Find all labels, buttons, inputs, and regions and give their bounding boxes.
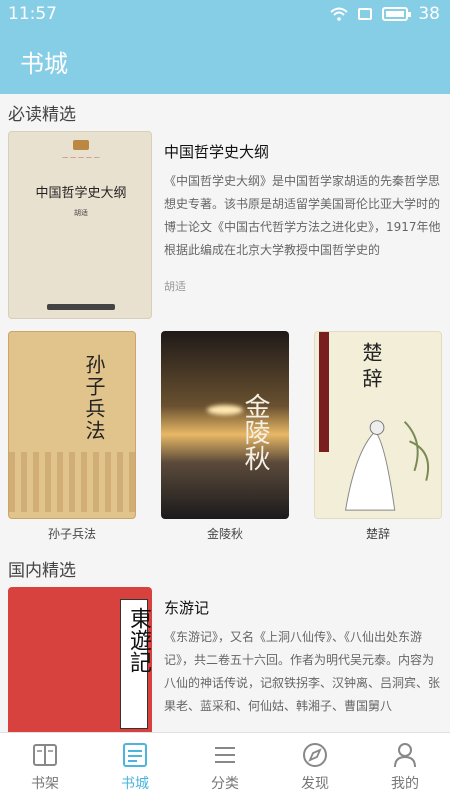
book-icon [33,743,57,766]
tab-label: 发现 [301,775,329,792]
book-title[interactable]: 东游记 [164,597,442,618]
cover-title: 楚辞 [359,342,383,394]
cover-author: 胡适 [74,209,88,217]
tab-discover[interactable]: 发现 [275,741,355,793]
battery-level: 38 [418,4,440,24]
store-content[interactable]: 必读精选 — — — — — 中国哲学史大纲 胡适 中国哲学史大纲 《中国哲学史… [0,94,450,732]
tab-store[interactable]: 书城 [95,741,175,793]
tab-label: 我的 [391,775,419,792]
publisher-mark [47,304,115,310]
bottom-tab-bar: 书架 书城 分类 发现 我的 [0,732,450,800]
battery-icon [382,7,412,21]
wifi-icon [330,7,349,21]
status-bar: 11:57 38 [0,0,450,28]
tab-profile[interactable]: 我的 [365,741,445,793]
book-grid: 孙子兵法 孙子兵法 金陵秋 金陵秋 楚辞 楚辞 [0,319,450,542]
grid-book-chuci[interactable]: 楚辞 楚辞 [314,331,442,542]
page-title: 书城 [20,49,68,78]
cover-title: 金陵秋 [240,393,270,471]
tab-label: 分类 [211,775,239,792]
book-cover[interactable]: 金陵秋 [161,331,289,519]
book-cover[interactable]: 孙子兵法 [8,331,136,519]
section-title-required-reading: 必读精选 [8,105,76,125]
featured-book-card-2[interactable]: 東遊記 东游记 《东游记》，又名《上洞八仙传》、《八仙出处东游记》，共二卷五十六… [0,587,450,732]
tab-categories[interactable]: 分类 [185,741,265,793]
list-icon [215,746,235,763]
compass-icon [303,742,327,767]
tab-label: 书架 [31,775,59,792]
featured-book-card[interactable]: — — — — — 中国哲学史大纲 胡适 中国哲学史大纲 《中国哲学史大纲》是中… [0,131,450,319]
grid-book-sunzi[interactable]: 孙子兵法 孙子兵法 [8,331,136,542]
book-label[interactable]: 楚辞 [314,525,442,542]
featured-book-meta: 中国哲学史大纲 《中国哲学史大纲》是中国哲学家胡适的先秦哲学思想史专著。该书原是… [164,131,442,319]
app-bar: 书城 [0,28,450,94]
section-title-domestic: 国内精选 [8,561,76,581]
cover-title: 東遊記 [126,607,151,673]
book-description: 《东游记》，又名《上洞八仙传》、《八仙出处东游记》，共二卷五十六回。作者为明代吴… [164,630,441,713]
store-icon [123,742,147,767]
book-title[interactable]: 中国哲学史大纲 [164,141,442,162]
book-cover[interactable]: 楚辞 [314,331,442,519]
book-description: 《中国哲学史大纲》是中国哲学家胡适的先秦哲学思想史专著。该书原是胡适留学美国哥伦… [164,174,441,257]
cover-title: 孙子兵法 [82,354,106,442]
person-icon [394,742,416,767]
grid-book-jinlingqiu[interactable]: 金陵秋 金陵秋 [161,331,289,542]
featured-book-meta: 东游记 《东游记》，又名《上洞八仙传》、《八仙出处东游记》，共二卷五十六回。作者… [164,587,442,732]
status-icons: 38 [330,4,440,24]
status-time: 11:57 [8,4,57,24]
cover-illustration [344,420,430,511]
book-label[interactable]: 金陵秋 [161,525,289,542]
cover-title: 中国哲学史大纲 [35,186,127,201]
tab-bookshelf[interactable]: 书架 [5,741,85,793]
sim-icon [358,8,373,20]
tab-label: 书城 [121,775,149,792]
book-cover[interactable]: — — — — — 中国哲学史大纲 胡适 [8,131,152,319]
book-cover[interactable]: 東遊記 [8,587,152,732]
book-author: 胡适 [164,280,186,293]
book-label[interactable]: 孙子兵法 [8,525,136,542]
